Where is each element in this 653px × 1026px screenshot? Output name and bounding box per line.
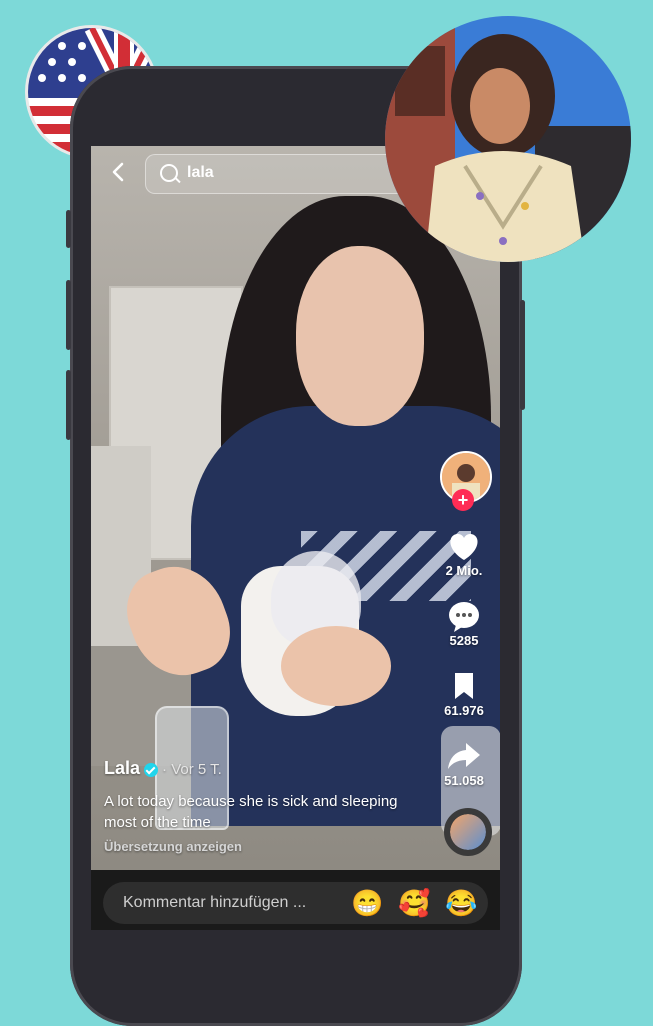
comment-bar: Kommentar hinzufügen ... 😁 🥰 😂 xyxy=(91,870,500,930)
post-caption: Lala · Vor 5 T. A lot today because she i… xyxy=(104,758,434,854)
comment-input[interactable]: Kommentar hinzufügen ... 😁 🥰 😂 xyxy=(103,882,488,924)
video-scene-hand xyxy=(281,626,391,706)
heart-icon xyxy=(436,529,492,563)
comment-icon xyxy=(436,599,492,633)
save-count: 61.976 xyxy=(444,703,484,718)
profile-photo-badge xyxy=(385,16,631,262)
emoji-smiling-hearts[interactable]: 🥰 xyxy=(398,888,430,918)
video-screen[interactable]: lala + 2 Mio. 5285 61.976 51.058 Lala · … xyxy=(91,146,500,930)
back-icon[interactable] xyxy=(105,158,133,186)
profile-photo xyxy=(385,16,631,262)
share-count: 51.058 xyxy=(444,773,484,788)
share-icon xyxy=(436,739,492,773)
music-cover xyxy=(450,814,486,850)
emoji-tears-of-joy[interactable]: 😂 xyxy=(445,888,477,918)
comment-count: 5285 xyxy=(449,633,479,648)
comment-button[interactable]: 5285 xyxy=(436,599,492,648)
like-count: 2 Mio. xyxy=(445,563,483,578)
post-description: A lot today because she is sick and slee… xyxy=(104,793,398,831)
music-disc[interactable] xyxy=(444,808,492,856)
phone-side-button xyxy=(520,300,525,410)
follow-plus-icon[interactable]: + xyxy=(452,489,474,511)
phone-side-button xyxy=(66,370,71,440)
bookmark-icon xyxy=(436,669,492,703)
post-time: · Vor 5 T. xyxy=(162,761,222,778)
comment-placeholder: Kommentar hinzufügen ... xyxy=(123,894,307,911)
verified-icon xyxy=(144,762,159,777)
post-username[interactable]: Lala xyxy=(104,758,140,778)
search-query: lala xyxy=(187,164,214,181)
phone-side-button xyxy=(66,280,71,350)
share-button[interactable]: 51.058 xyxy=(436,739,492,788)
search-input[interactable]: lala xyxy=(145,154,407,194)
phone-side-button xyxy=(66,210,71,248)
search-icon xyxy=(160,164,178,182)
video-scene-face xyxy=(296,246,424,426)
bookmark-button[interactable]: 61.976 xyxy=(436,669,492,718)
emoji-grin[interactable]: 😁 xyxy=(351,888,383,918)
translate-link[interactable]: Übersetzung anzeigen xyxy=(104,839,434,854)
like-button[interactable]: 2 Mio. xyxy=(436,529,492,578)
